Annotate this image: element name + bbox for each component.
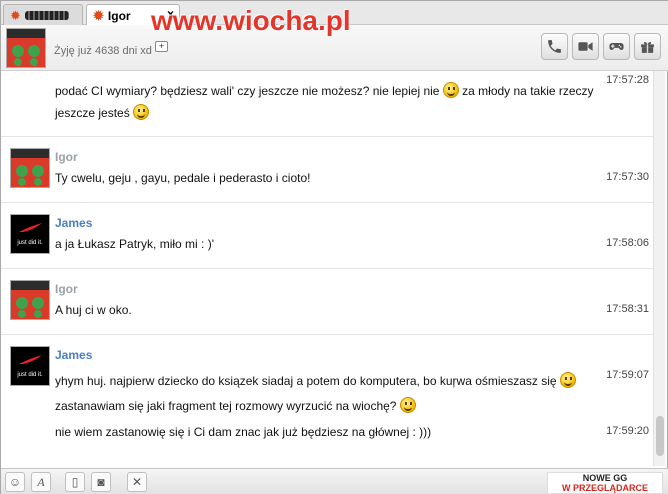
gamepad-icon — [609, 42, 624, 51]
video-camera-icon — [578, 42, 593, 51]
message: Igor A huj ci w oko. 17:58:31 — [1, 269, 653, 335]
header-actions — [541, 33, 661, 60]
smiley-icon: ☺ — [8, 475, 22, 489]
tab-other-contact[interactable]: ✹ — [3, 4, 83, 25]
watermark: www.wiocha.pl — [151, 5, 351, 36]
message-time: 17:57:30 — [606, 171, 649, 183]
chat-log[interactable]: podać CI wymiary? będziesz wali' czy jes… — [1, 71, 653, 466]
message: just did it. James a ja Łukasz Patryk, m… — [1, 203, 653, 269]
gift-button[interactable] — [634, 33, 661, 60]
avatar[interactable] — [10, 148, 50, 188]
file-icon: ▯ — [71, 475, 79, 489]
message: just did it. James yhym huj. najpierw dz… — [1, 335, 653, 466]
scrollbar-thumb[interactable] — [656, 416, 664, 456]
avatar[interactable] — [10, 280, 50, 320]
wink-emoticon-icon — [442, 82, 459, 98]
edit-status-icon[interactable]: + — [155, 41, 168, 52]
message-line: yhym huj. najpierw dziecko do ksiązek si… — [55, 372, 576, 388]
message-time: 17:57:28 — [606, 74, 649, 86]
message-text: A huj ci w oko. — [55, 303, 132, 317]
smile-emoticon-icon — [133, 104, 150, 120]
sender-name[interactable]: James — [55, 216, 92, 230]
chat-window: ✹ ✹ Igor × www.wiocha.pl Żyję już 4638 d… — [0, 0, 668, 494]
call-button[interactable] — [541, 33, 568, 60]
message: podać CI wymiary? będziesz wali' czy jes… — [1, 71, 653, 137]
message: Igor Ty cwelu, geju , gayu, pedale i ped… — [1, 137, 653, 203]
bottom-toolbar: ☺ A ▯ ◙ ✕ NOWE GG W PRZEGLĄDARCE — [1, 468, 668, 494]
svg-text:just did it.: just did it. — [16, 372, 43, 378]
contact-avatar[interactable] — [6, 28, 46, 68]
message-time: 17:59:07 — [606, 369, 649, 381]
phone-icon — [548, 40, 561, 53]
status-sun-icon: ✹ — [93, 8, 104, 23]
settings-button[interactable]: ✕ — [127, 472, 147, 492]
message-time: 17:59:20 — [606, 425, 649, 437]
message-line: jeszcze jesteś — [55, 104, 150, 120]
censored-tab-label — [24, 10, 69, 20]
emoticon-button[interactable]: ☺ — [5, 472, 25, 492]
svg-text:just did it.: just did it. — [16, 240, 43, 246]
promo-banner[interactable]: NOWE GG W PRZEGLĄDARCE — [547, 472, 663, 494]
font-icon: A — [37, 474, 45, 489]
sender-name[interactable]: Igor — [55, 150, 78, 164]
tab-label: Igor — [107, 8, 131, 23]
message-text: Ty cwelu, geju , gayu, pedale i pederast… — [55, 171, 311, 185]
send-image-button[interactable]: ◙ — [91, 472, 111, 492]
message-text: a ja Łukasz Patryk, miło mi : )' — [55, 237, 214, 251]
video-call-button[interactable] — [572, 33, 599, 60]
message-time: 17:58:31 — [606, 303, 649, 315]
smile-emoticon-icon — [399, 397, 416, 413]
status-sun-icon: ✹ — [10, 7, 21, 23]
send-file-button[interactable]: ▯ — [65, 472, 85, 492]
games-button[interactable] — [603, 33, 630, 60]
sender-name[interactable]: Igor — [55, 282, 78, 296]
font-format-button[interactable]: A — [31, 472, 51, 492]
message-line: zastanawiam się jaki fragment tej rozmow… — [55, 397, 416, 413]
avatar[interactable]: just did it. — [10, 214, 50, 254]
sender-name[interactable]: James — [55, 348, 92, 362]
smile-emoticon-icon — [559, 372, 576, 388]
avatar[interactable]: just did it. — [10, 346, 50, 386]
chat-scrollbar[interactable] — [653, 71, 665, 466]
message-line: nie wiem zastanowię się i Ci dam znac ja… — [55, 425, 432, 439]
message-time: 17:58:06 — [606, 237, 649, 249]
promo-line2: W PRZEGLĄDARCE — [562, 483, 648, 493]
tools-icon: ✕ — [131, 475, 143, 489]
status-description: Żyję już 4638 dni xd — [54, 45, 152, 57]
message-line: podać CI wymiary? będziesz wali' czy jes… — [55, 82, 594, 98]
promo-line1: NOWE GG — [582, 473, 628, 483]
camera-icon: ◙ — [97, 475, 105, 489]
gift-icon — [641, 42, 654, 53]
